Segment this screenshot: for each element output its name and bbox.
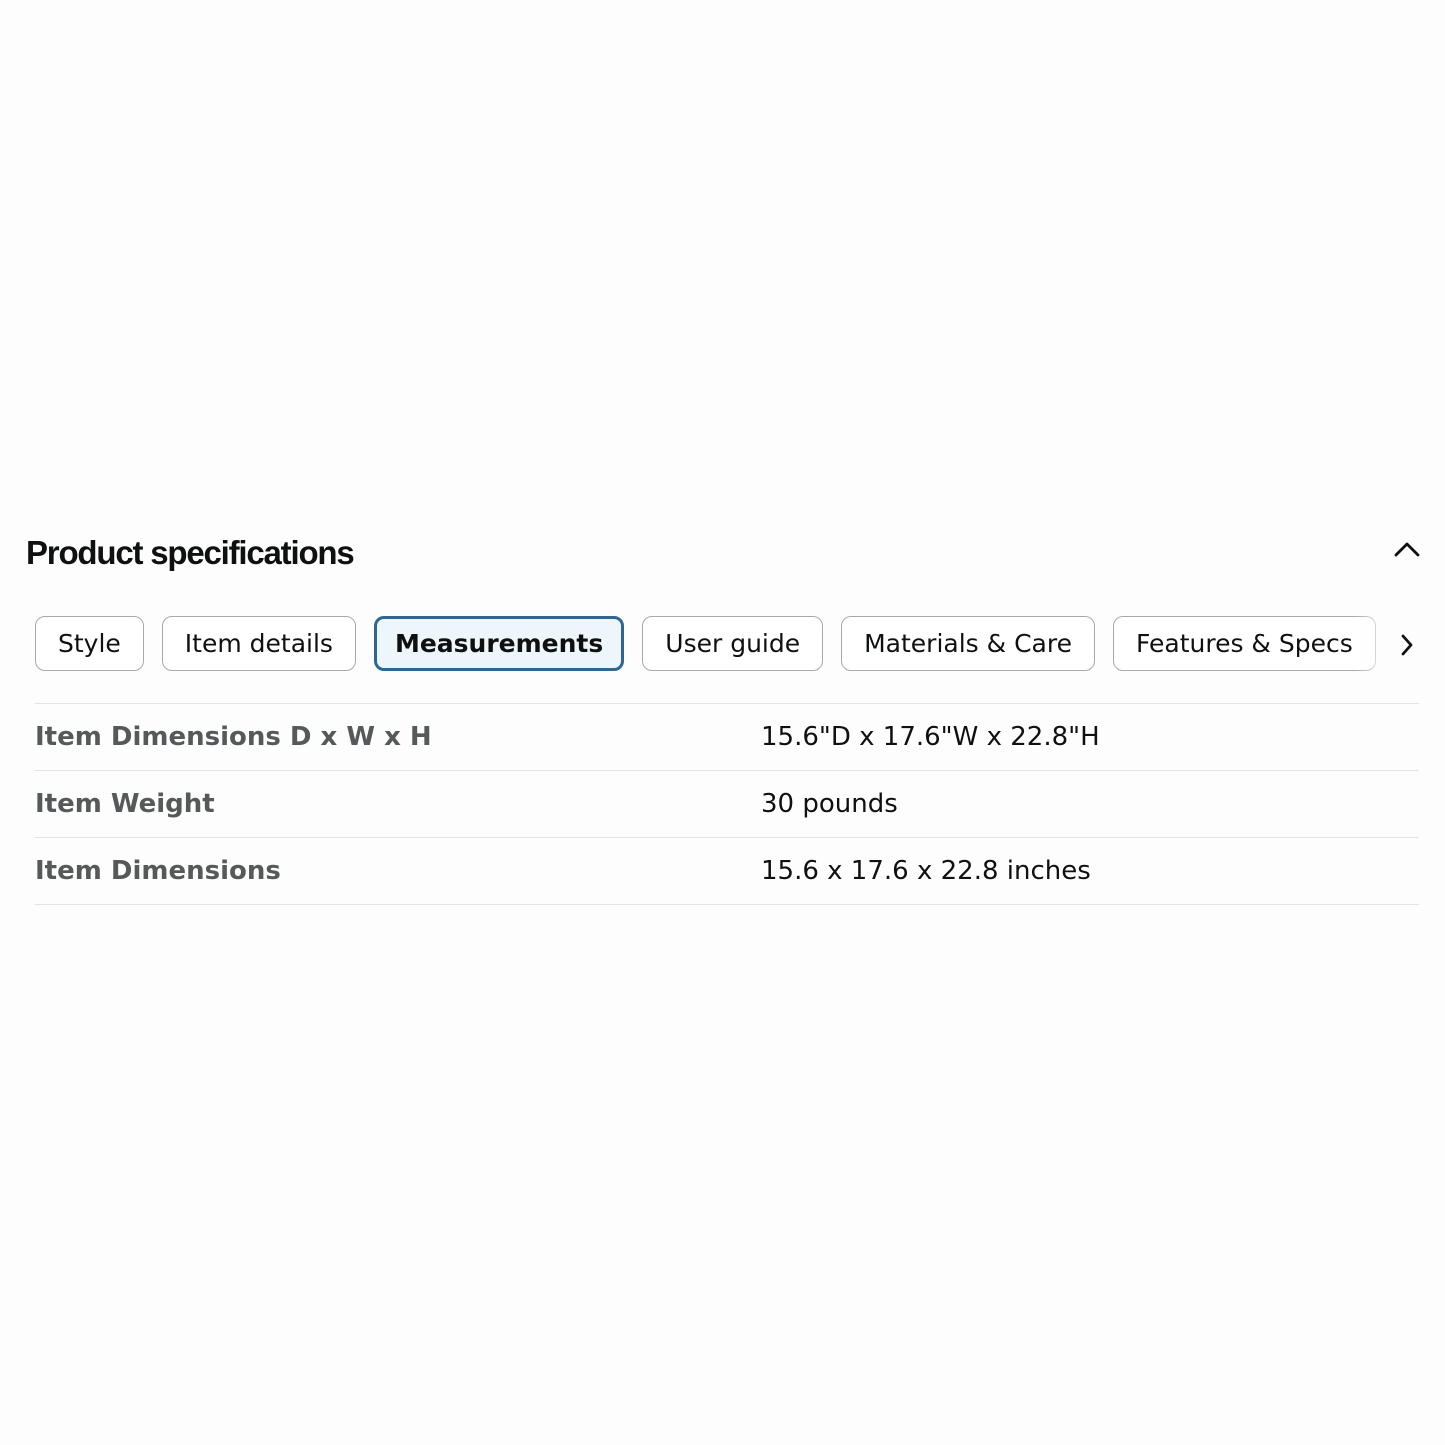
spec-row: Item Weight 30 pounds: [35, 771, 1419, 838]
chevron-up-icon: [1394, 542, 1420, 557]
spec-key: Item Dimensions: [35, 856, 281, 886]
tab-user-guide[interactable]: User guide: [642, 616, 824, 671]
tab-style[interactable]: Style: [35, 616, 144, 671]
tab-item-details[interactable]: Item details: [161, 616, 356, 671]
spec-row: Item Dimensions 15.6 x 17.6 x 22.8 inche…: [35, 838, 1419, 905]
chevron-right-icon: [1401, 634, 1413, 656]
spec-key: Item Weight: [35, 789, 215, 819]
spec-value: 15.6 x 17.6 x 22.8 inches: [761, 856, 1091, 886]
spec-value: 15.6"D x 17.6"W x 22.8"H: [761, 722, 1100, 752]
tab-features-specs[interactable]: Features & Specs: [1112, 616, 1376, 671]
tabs-scroll-right-button[interactable]: [1394, 632, 1420, 658]
tab-list: Style Item details Measurements User gui…: [35, 616, 1419, 671]
collapse-button[interactable]: [1388, 534, 1426, 564]
spec-row: Item Dimensions D x W x H 15.6"D x 17.6"…: [35, 704, 1419, 771]
spec-value: 30 pounds: [761, 789, 898, 819]
section-title: Product specifications: [26, 534, 355, 571]
tabs-scroller: Style Item details Measurements User gui…: [35, 616, 1419, 676]
tab-measurements[interactable]: Measurements: [373, 616, 625, 671]
tab-materials-care[interactable]: Materials & Care: [841, 616, 1095, 671]
spec-key: Item Dimensions D x W x H: [35, 722, 432, 752]
spec-table: Item Dimensions D x W x H 15.6"D x 17.6"…: [35, 703, 1419, 905]
